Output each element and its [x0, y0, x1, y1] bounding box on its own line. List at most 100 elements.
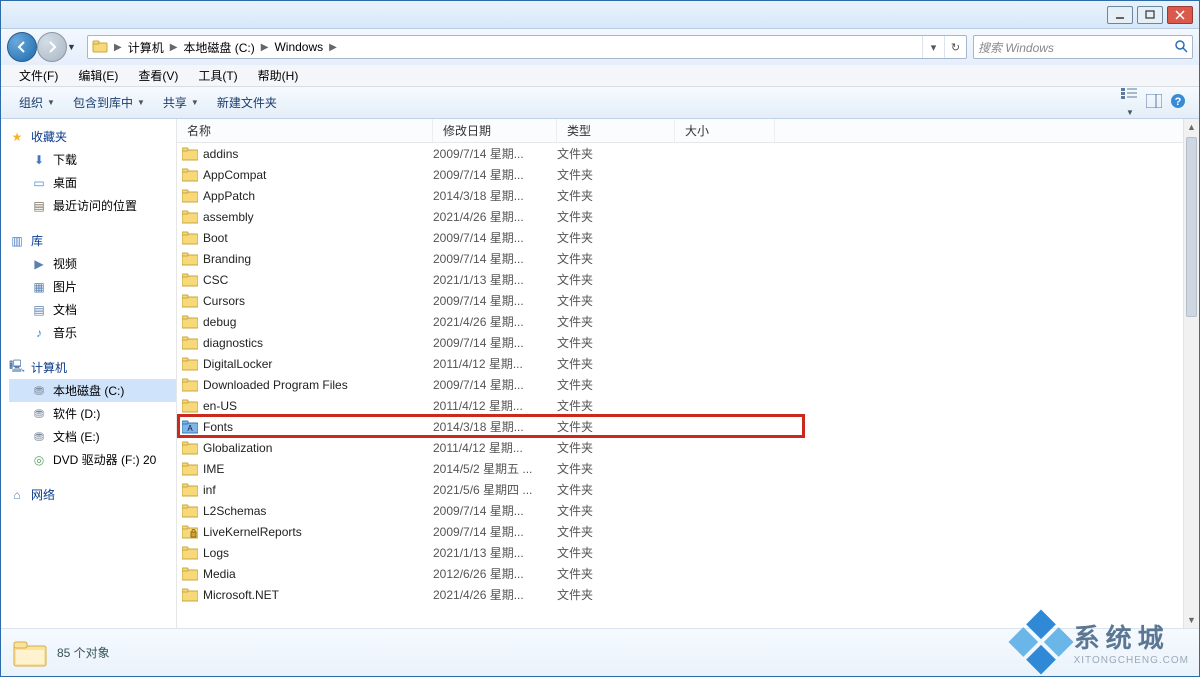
network-header[interactable]: ⌂ 网络 [9, 483, 176, 506]
maximize-button[interactable] [1137, 6, 1163, 24]
file-row[interactable]: AFonts2014/3/18 星期...文件夹 [177, 416, 1183, 437]
file-date: 2014/5/2 星期五 ... [433, 460, 557, 477]
address-dropdown[interactable]: ▾ [922, 36, 944, 58]
file-type: 文件夹 [557, 292, 675, 309]
file-row[interactable]: Branding2009/7/14 星期...文件夹 [177, 248, 1183, 269]
breadcrumb-sep: ▶ [259, 42, 271, 53]
file-name: CSC [203, 273, 433, 287]
explorer-window: ▼ ▶ 计算机 ▶ 本地磁盘 (C:) ▶ Windows ▶ ▾ ↻ 搜索 W… [0, 0, 1200, 677]
file-type: 文件夹 [557, 250, 675, 267]
file-row[interactable]: DigitalLocker2011/4/12 星期...文件夹 [177, 353, 1183, 374]
breadcrumb[interactable]: 本地磁盘 (C:) [179, 39, 258, 56]
menu-file[interactable]: 文件(F) [11, 65, 66, 86]
folder-icon [13, 638, 47, 668]
file-row[interactable]: debug2021/4/26 星期...文件夹 [177, 311, 1183, 332]
file-row[interactable]: Logs2021/1/13 星期...文件夹 [177, 542, 1183, 563]
command-toolbar: 组织▼ 包含到库中▼ 共享▼ 新建文件夹 ▼ ? [1, 87, 1199, 119]
scroll-up-arrow[interactable]: ▲ [1184, 119, 1199, 135]
file-row[interactable]: inf2021/5/6 星期四 ...文件夹 [177, 479, 1183, 500]
file-date: 2009/7/14 星期... [433, 250, 557, 267]
menu-tools[interactable]: 工具(T) [190, 65, 245, 86]
nav-item-downloads[interactable]: ⬇下载 [9, 148, 176, 171]
file-row[interactable]: Cursors2009/7/14 星期...文件夹 [177, 290, 1183, 311]
include-in-library-button[interactable]: 包含到库中▼ [65, 90, 153, 115]
file-name: Globalization [203, 441, 433, 455]
nav-item-drive-e[interactable]: ⛃文档 (E:) [9, 425, 176, 448]
back-button[interactable] [7, 32, 37, 62]
forward-button[interactable] [37, 32, 67, 62]
file-name: LiveKernelReports [203, 525, 433, 539]
file-row[interactable]: AppCompat2009/7/14 星期...文件夹 [177, 164, 1183, 185]
star-icon: ★ [9, 129, 25, 145]
folder-icon [177, 315, 203, 329]
col-date[interactable]: 修改日期 [433, 119, 557, 142]
minimize-button[interactable] [1107, 6, 1133, 24]
nav-item-drive-c[interactable]: ⛃本地磁盘 (C:) [9, 379, 176, 402]
menu-view[interactable]: 查看(V) [130, 65, 186, 86]
file-row[interactable]: CSC2021/1/13 星期...文件夹 [177, 269, 1183, 290]
file-row[interactable]: addins2009/7/14 星期...文件夹 [177, 143, 1183, 164]
file-row[interactable]: AppPatch2014/3/18 星期...文件夹 [177, 185, 1183, 206]
file-row[interactable]: LiveKernelReports2009/7/14 星期...文件夹 [177, 521, 1183, 542]
nav-history-dropdown[interactable]: ▼ [67, 42, 81, 52]
file-name: IME [203, 462, 433, 476]
folder-icon [177, 231, 203, 245]
breadcrumb[interactable]: 计算机 [124, 39, 168, 56]
col-name[interactable]: 名称 [177, 119, 433, 142]
file-row[interactable]: Microsoft.NET2021/4/26 星期...文件夹 [177, 584, 1183, 605]
favorites-header[interactable]: ★ 收藏夹 [9, 125, 176, 148]
search-icon[interactable] [1174, 39, 1188, 56]
view-mode-button[interactable]: ▼ [1119, 87, 1141, 118]
computer-header[interactable]: 🖳 计算机 [9, 356, 176, 379]
file-row[interactable]: Downloaded Program Files2009/7/14 星期...文… [177, 374, 1183, 395]
file-type: 文件夹 [557, 334, 675, 351]
search-placeholder: 搜索 Windows [978, 39, 1054, 56]
share-button[interactable]: 共享▼ [155, 90, 207, 115]
nav-item-videos[interactable]: ▶视频 [9, 252, 176, 275]
preview-pane-button[interactable] [1143, 94, 1165, 111]
folder-icon [177, 273, 203, 287]
menu-help[interactable]: 帮助(H) [250, 65, 307, 86]
close-button[interactable] [1167, 6, 1193, 24]
scroll-down-arrow[interactable]: ▼ [1184, 612, 1199, 628]
file-row[interactable]: Boot2009/7/14 星期...文件夹 [177, 227, 1183, 248]
col-type[interactable]: 类型 [557, 119, 675, 142]
libraries-header[interactable]: ▥ 库 [9, 229, 176, 252]
help-button[interactable]: ? [1167, 93, 1189, 112]
vertical-scrollbar[interactable]: ▲ ▼ [1183, 119, 1199, 628]
refresh-button[interactable]: ↻ [944, 36, 966, 58]
nav-item-documents[interactable]: ▤文档 [9, 298, 176, 321]
file-row[interactable]: Globalization2011/4/12 星期...文件夹 [177, 437, 1183, 458]
organize-button[interactable]: 组织▼ [11, 90, 63, 115]
titlebar [1, 1, 1199, 29]
folder-icon [177, 483, 203, 497]
file-row[interactable]: en-US2011/4/12 星期...文件夹 [177, 395, 1183, 416]
file-row[interactable]: assembly2021/4/26 星期...文件夹 [177, 206, 1183, 227]
file-name: AppPatch [203, 189, 433, 203]
file-type: 文件夹 [557, 481, 675, 498]
file-name: Boot [203, 231, 433, 245]
menu-edit[interactable]: 编辑(E) [70, 65, 126, 86]
file-name: Branding [203, 252, 433, 266]
breadcrumb[interactable]: Windows [270, 40, 327, 54]
nav-item-recent[interactable]: ▤最近访问的位置 [9, 194, 176, 217]
new-folder-button[interactable]: 新建文件夹 [209, 90, 285, 115]
folder-icon [177, 546, 203, 560]
file-name: Cursors [203, 294, 433, 308]
nav-item-music[interactable]: ♪音乐 [9, 321, 176, 344]
file-row[interactable]: Media2012/6/26 星期...文件夹 [177, 563, 1183, 584]
scroll-thumb[interactable] [1186, 137, 1197, 317]
address-bar[interactable]: ▶ 计算机 ▶ 本地磁盘 (C:) ▶ Windows ▶ ▾ ↻ [87, 35, 967, 59]
file-row[interactable]: IME2014/5/2 星期五 ...文件夹 [177, 458, 1183, 479]
nav-item-pictures[interactable]: ▦图片 [9, 275, 176, 298]
search-box[interactable]: 搜索 Windows [973, 35, 1193, 59]
nav-item-dvd[interactable]: ◎DVD 驱动器 (F:) 20 [9, 448, 176, 471]
file-row[interactable]: diagnostics2009/7/14 星期...文件夹 [177, 332, 1183, 353]
file-row[interactable]: L2Schemas2009/7/14 星期...文件夹 [177, 500, 1183, 521]
folder-icon [177, 504, 203, 518]
nav-item-drive-d[interactable]: ⛃软件 (D:) [9, 402, 176, 425]
file-date: 2021/1/13 星期... [433, 544, 557, 561]
drive-icon: ⛃ [31, 406, 47, 422]
col-size[interactable]: 大小 [675, 119, 775, 142]
nav-item-desktop[interactable]: ▭桌面 [9, 171, 176, 194]
